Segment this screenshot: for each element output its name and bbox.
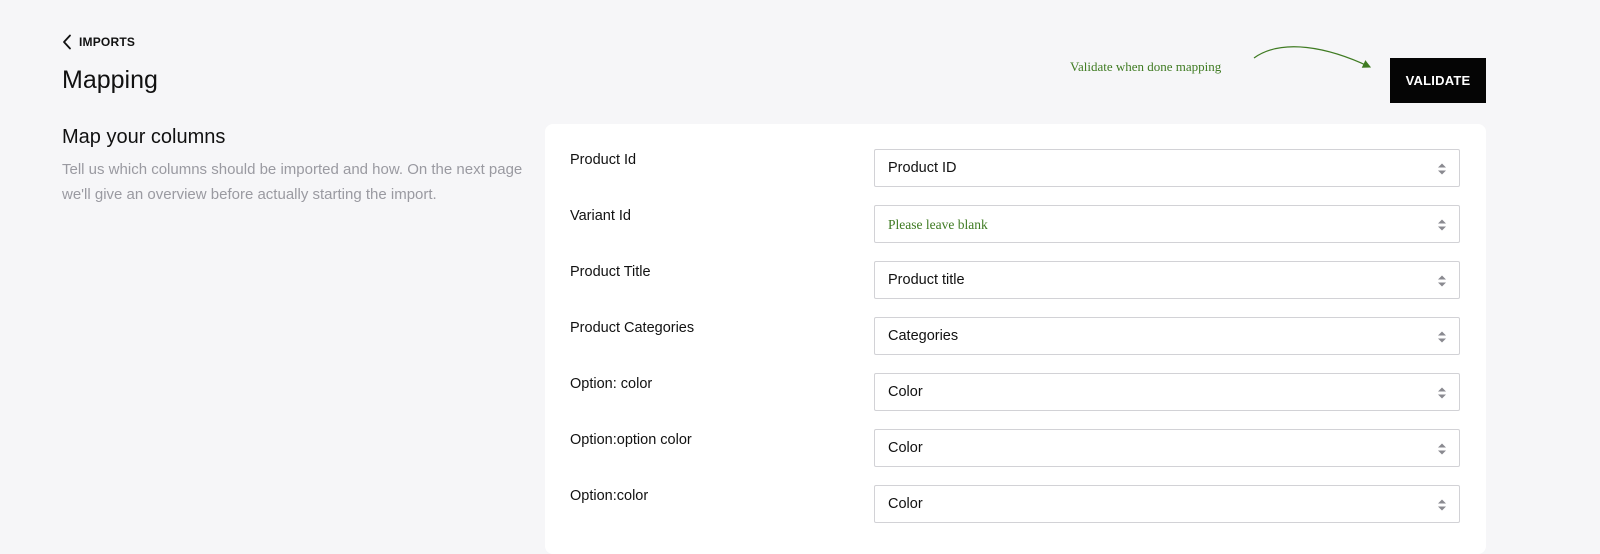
section-title: Map your columns: [62, 126, 226, 148]
field-select[interactable]: Categories: [874, 317, 1460, 355]
sort-arrows-icon: [1437, 219, 1447, 231]
column-label: Option:color: [570, 488, 649, 504]
column-label: Option: color: [570, 376, 653, 392]
mapping-card: Product Id Product ID Variant Id Please …: [545, 124, 1486, 554]
field-select[interactable]: Please leave blank: [874, 205, 1460, 243]
column-label: Product Title: [570, 264, 651, 280]
sort-arrows-icon: [1437, 275, 1447, 287]
field-select[interactable]: Color: [874, 373, 1460, 411]
select-value: Please leave blank: [888, 217, 988, 232]
select-value: Color: [888, 496, 923, 512]
field-select[interactable]: Color: [874, 429, 1460, 467]
mapping-row: Option: color Color: [545, 373, 1486, 413]
select-value: Product title: [888, 272, 965, 288]
field-select[interactable]: Product title: [874, 261, 1460, 299]
validate-button[interactable]: VALIDATE: [1390, 58, 1486, 103]
select-value: Categories: [888, 328, 959, 344]
mapping-row: Option:option color Color: [545, 429, 1486, 469]
back-link-imports[interactable]: IMPORTS: [62, 33, 135, 51]
column-label: Variant Id: [570, 208, 631, 224]
section-description: Tell us which columns should be imported…: [62, 161, 523, 203]
arrow-to-validate-icon: [1253, 46, 1372, 68]
mapping-row: Option:color Color: [545, 485, 1486, 525]
sort-arrows-icon: [1437, 163, 1447, 175]
mapping-row: Variant Id Please leave blank: [545, 205, 1486, 245]
column-label: Product Id: [570, 152, 637, 168]
back-link-label: IMPORTS: [79, 35, 136, 49]
sort-arrows-icon: [1437, 387, 1447, 399]
field-select[interactable]: Product ID: [874, 149, 1460, 187]
sort-arrows-icon: [1437, 443, 1447, 455]
column-label: Option:option color: [570, 432, 692, 448]
page-title: Mapping: [62, 66, 158, 94]
select-value: Color: [888, 440, 923, 456]
chevron-left-icon: [63, 34, 71, 50]
mapping-row: Product Id Product ID: [545, 149, 1486, 189]
mapping-row: Product Title Product title: [545, 261, 1486, 301]
sort-arrows-icon: [1437, 499, 1447, 511]
select-value: Color: [888, 384, 923, 400]
column-label: Product Categories: [570, 320, 695, 336]
field-select[interactable]: Color: [874, 485, 1460, 523]
select-value: Product ID: [888, 160, 957, 176]
mapping-row: Product Categories Categories: [545, 317, 1486, 357]
sort-arrows-icon: [1437, 331, 1447, 343]
validate-annotation: Validate when done mapping: [1070, 59, 1222, 74]
